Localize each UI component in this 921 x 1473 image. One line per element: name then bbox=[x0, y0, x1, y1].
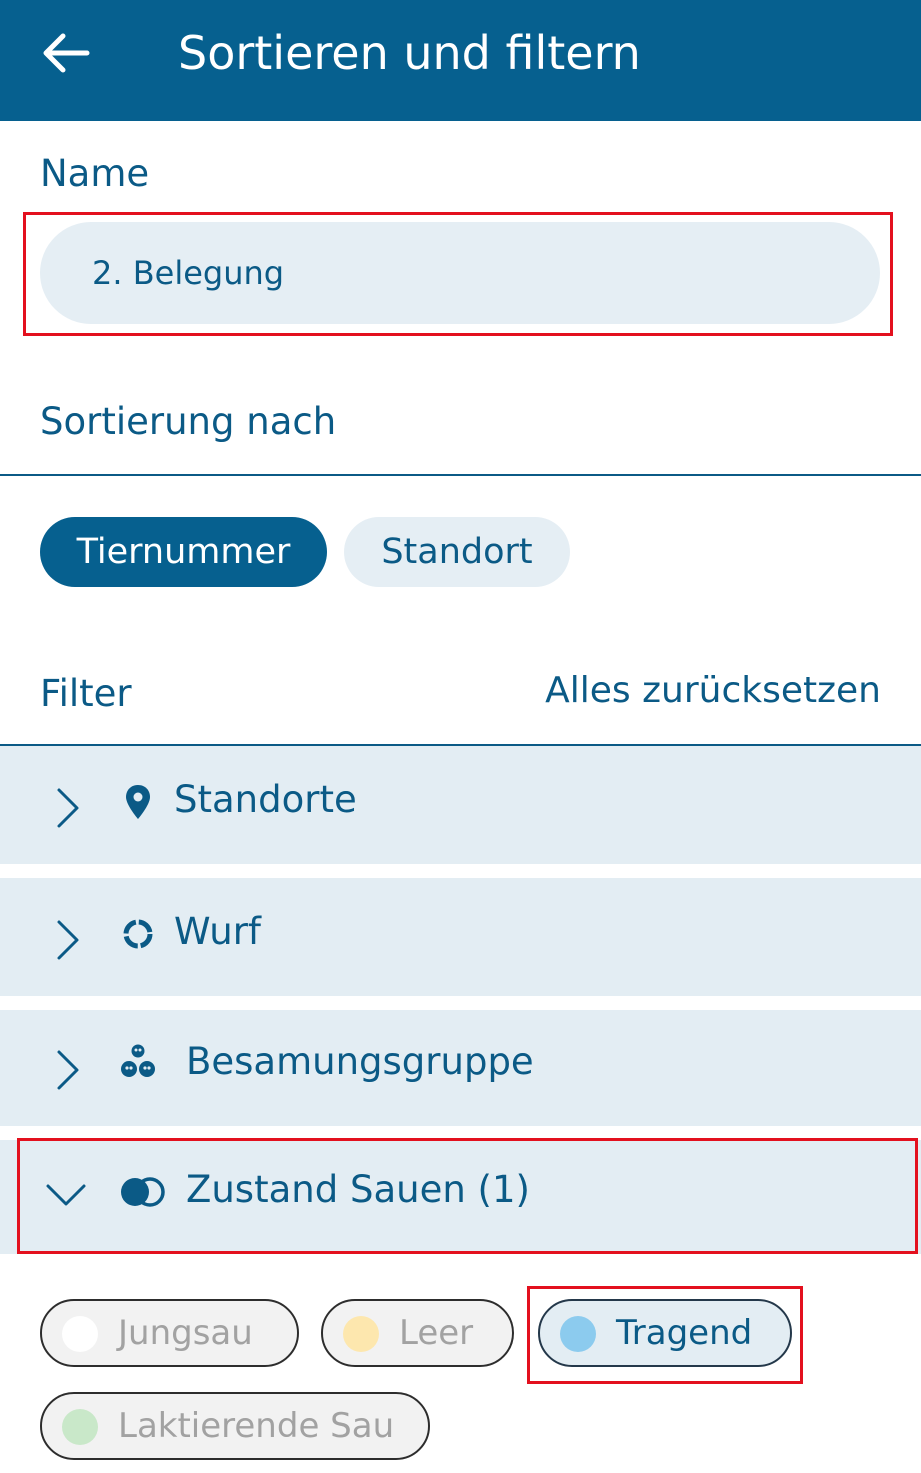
sort-divider bbox=[0, 474, 921, 476]
status-dot bbox=[560, 1316, 596, 1352]
filter-group-label: Wurf bbox=[174, 910, 261, 953]
chip-tragend[interactable]: Tragend bbox=[538, 1299, 792, 1367]
cycle-icon bbox=[123, 919, 153, 949]
sort-option-tiernummer[interactable]: Tiernummer bbox=[40, 517, 327, 587]
filter-group-label: Besamungsgruppe bbox=[186, 1040, 534, 1083]
chevron-right-icon bbox=[57, 920, 79, 960]
filter-group-label: Zustand Sauen (1) bbox=[186, 1168, 530, 1211]
status-dot bbox=[62, 1316, 98, 1352]
group-icon bbox=[121, 1044, 155, 1077]
chip-leer[interactable]: Leer bbox=[321, 1299, 514, 1367]
name-input[interactable]: 2. Belegung bbox=[40, 222, 880, 324]
filter-group-wurf[interactable]: Wurf bbox=[0, 878, 921, 996]
chip-label: Jungsau bbox=[118, 1313, 253, 1353]
filter-group-besamungsgruppe[interactable]: Besamungsgruppe bbox=[0, 1010, 921, 1126]
sort-option-standort[interactable]: Standort bbox=[344, 517, 570, 587]
chip-label: Tragend bbox=[616, 1313, 753, 1353]
filter-label: Filter bbox=[40, 672, 132, 715]
status-dot bbox=[343, 1316, 379, 1352]
page-title: Sortieren und filtern bbox=[178, 26, 641, 80]
chip-label: Laktierende Sau bbox=[118, 1406, 395, 1446]
toggle-state-icon bbox=[121, 1177, 165, 1207]
chip-label: Leer bbox=[399, 1313, 474, 1353]
chevron-right-icon bbox=[57, 788, 79, 828]
chevron-down-icon bbox=[46, 1184, 86, 1206]
filter-group-standorte[interactable]: Standorte bbox=[0, 746, 921, 864]
chevron-right-icon bbox=[57, 1050, 79, 1090]
arrow-left-icon bbox=[43, 33, 90, 73]
status-dot bbox=[62, 1409, 98, 1445]
back-button[interactable] bbox=[34, 24, 98, 82]
name-label: Name bbox=[40, 152, 150, 195]
location-pin-icon bbox=[126, 785, 150, 819]
reset-all-link[interactable]: Alles zurücksetzen bbox=[545, 670, 881, 711]
app-bar: Sortieren und filtern bbox=[0, 0, 921, 121]
filter-group-label: Standorte bbox=[174, 778, 357, 821]
chip-jungsau[interactable]: Jungsau bbox=[40, 1299, 299, 1367]
filter-group-zustand-sauen[interactable]: Zustand Sauen (1) bbox=[0, 1140, 921, 1254]
sort-label: Sortierung nach bbox=[40, 400, 337, 443]
chip-laktierende-sau[interactable]: Laktierende Sau bbox=[40, 1392, 430, 1460]
